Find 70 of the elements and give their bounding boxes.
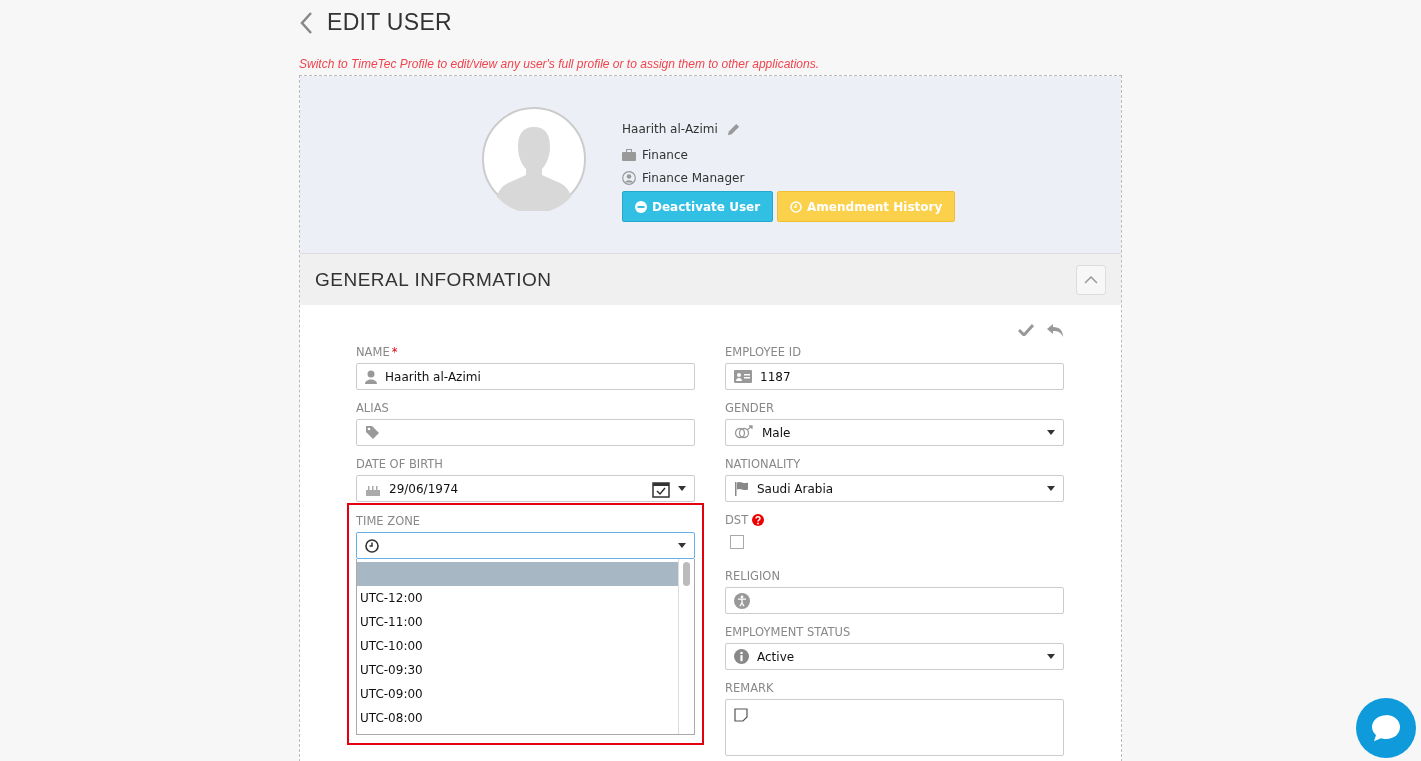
user-name: Haarith al-Azimi [622, 122, 718, 136]
select-field[interactable]: Active [725, 643, 1064, 670]
field-value: Haarith al-Azimi [385, 369, 481, 384]
user-circle-icon [622, 170, 636, 185]
field-label: GENDER [725, 401, 774, 415]
section-title: GENERAL INFORMATION [315, 268, 552, 291]
briefcase-icon [622, 148, 636, 161]
input-field[interactable] [356, 419, 695, 446]
caret-icon [678, 543, 686, 548]
field-label: TIME ZONE [356, 514, 421, 528]
field-label: REMARK [725, 681, 774, 695]
dst-checkbox[interactable] [730, 535, 744, 549]
field-value: Saudi Arabia [757, 481, 834, 496]
collapse-button[interactable] [1076, 264, 1106, 295]
dropdown-option[interactable]: UTC-10:00 [357, 634, 678, 658]
input-field[interactable]: Haarith al-Azimi [356, 363, 695, 390]
checkmark-icon[interactable] [1018, 324, 1034, 336]
user-icon [365, 369, 377, 384]
gender-icon [734, 424, 754, 441]
time-zone-select[interactable] [356, 532, 695, 559]
input-field[interactable]: 1187 [725, 363, 1064, 390]
field-label: EMPLOYEE ID [725, 345, 801, 359]
back-icon[interactable] [299, 11, 313, 35]
caret-icon [1047, 654, 1055, 659]
minus-circle-icon [635, 200, 647, 213]
dropdown-option[interactable]: UTC-09:30 [357, 658, 678, 682]
accessibility-icon [734, 592, 750, 609]
department-text: Finance [642, 147, 688, 162]
help-icon[interactable] [752, 514, 765, 526]
select-field[interactable]: Male [725, 419, 1064, 446]
position-text: Finance Manager [642, 170, 745, 185]
required-asterisk: * [391, 345, 398, 359]
field-value: Active [757, 649, 795, 664]
tag-icon [365, 425, 380, 440]
dropdown-option[interactable]: UTC-12:00 [357, 586, 678, 610]
field-value: 29/06/1974 [389, 481, 459, 496]
text-area[interactable] [725, 699, 1064, 756]
chevron-up-icon [1084, 275, 1098, 284]
dropdown-option[interactable]: UTC-09:00 [357, 682, 678, 706]
caret-icon [1047, 486, 1055, 491]
input-field[interactable] [725, 587, 1064, 614]
field-value: 1187 [760, 369, 791, 384]
field-label: NAME [356, 345, 390, 359]
chat-button[interactable] [1356, 698, 1416, 758]
calendar-icon[interactable] [652, 479, 670, 498]
field-label: NATIONALITY [725, 457, 801, 471]
pencil-icon[interactable] [725, 121, 741, 137]
field-label: DATE OF BIRTH [356, 457, 443, 471]
caret-icon [678, 486, 686, 491]
clock-icon [365, 538, 379, 553]
scrollbar-thumb[interactable] [683, 562, 690, 586]
field-label: ALIAS [356, 401, 389, 415]
note-icon [734, 708, 748, 722]
flag-icon [734, 481, 749, 496]
field-label: DST [725, 513, 749, 527]
field-label: EMPLOYMENT STATUS [725, 625, 851, 639]
id-card-icon [734, 370, 752, 383]
page-title: EDIT USER [327, 8, 452, 36]
date-field[interactable]: 29/06/1974 [356, 475, 695, 502]
info-icon [734, 649, 749, 664]
select-field[interactable]: Saudi Arabia [725, 475, 1064, 502]
notice-text: Switch to TimeTec Profile to edit/view any user's full profile or to assign them to other applications. [299, 57, 820, 73]
field-label: RELIGION [725, 569, 780, 583]
field-value: Male [762, 425, 791, 440]
dropdown-option[interactable]: UTC-08:00 [357, 706, 678, 730]
clock-icon [790, 200, 803, 213]
caret-icon [1047, 430, 1055, 435]
undo-icon[interactable] [1046, 322, 1064, 338]
chat-bubble-icon [1370, 713, 1402, 743]
dropdown-option[interactable]: UTC-11:00 [357, 610, 678, 634]
